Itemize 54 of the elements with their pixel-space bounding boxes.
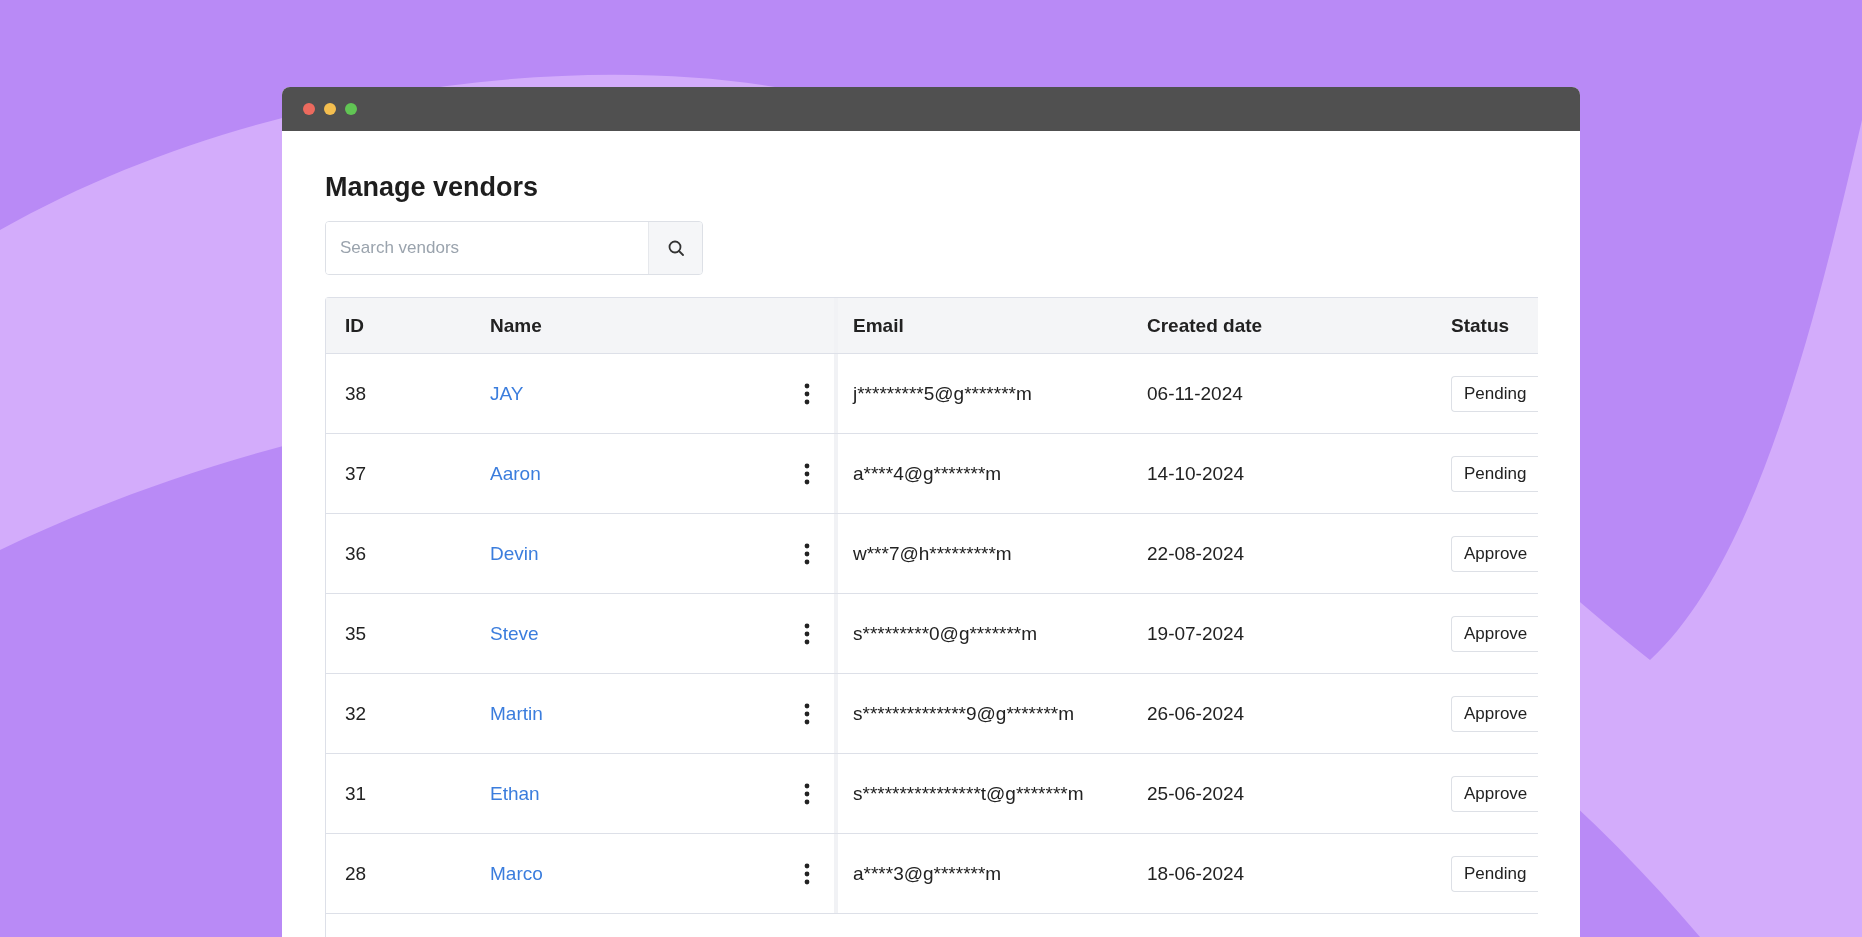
vendor-name-link[interactable]: Ethan <box>490 782 540 805</box>
email-cell: w***7@h*********m <box>853 542 1012 566</box>
more-options-icon[interactable] <box>804 622 810 645</box>
date-cell: 22-08-2024 <box>1147 542 1245 565</box>
id-cell: 32 <box>345 702 367 725</box>
search-button[interactable] <box>648 222 702 275</box>
status-badge: Approve <box>1451 775 1538 812</box>
search-icon <box>666 239 685 258</box>
column-header: Status <box>1451 314 1510 337</box>
column-header: Name <box>490 314 542 337</box>
vendor-name-link[interactable]: Marco <box>490 862 543 885</box>
status-badge: Pending <box>1451 455 1538 492</box>
vendor-name-link[interactable]: Martin <box>490 702 543 725</box>
email-cell: a****3@g*******m <box>853 862 1002 886</box>
email-cell: s****************t@g*******m <box>853 782 1084 806</box>
vendor-name-link[interactable]: JAY <box>490 382 524 405</box>
close-dot-icon[interactable] <box>303 103 315 115</box>
id-cell: 36 <box>345 542 367 565</box>
id-cell: 35 <box>345 622 367 645</box>
id-cell: 37 <box>345 462 367 485</box>
id-cell: 31 <box>345 782 367 805</box>
vendor-name-link[interactable]: Devin <box>490 542 539 565</box>
more-options-icon[interactable] <box>804 782 810 805</box>
more-options-icon[interactable] <box>804 862 810 885</box>
status-badge: Approve <box>1451 615 1538 652</box>
status-badge: Approve <box>1451 695 1538 732</box>
date-cell: 19-07-2024 <box>1147 622 1245 645</box>
search-field[interactable]: Search vendors <box>325 221 703 276</box>
status-badge: Pending <box>1451 855 1538 892</box>
status-badge: Approve <box>1451 535 1538 572</box>
more-options-icon[interactable] <box>804 542 810 565</box>
email-cell: s*********0@g*******m <box>853 622 1038 646</box>
date-cell: 06-11-2024 <box>1147 382 1243 405</box>
more-options-icon[interactable] <box>804 462 810 485</box>
page-title: Manage vendors <box>325 171 540 204</box>
id-cell: 38 <box>345 382 367 405</box>
column-header: Email <box>853 314 904 337</box>
id-cell: 28 <box>345 862 367 885</box>
date-cell: 18-06-2024 <box>1147 862 1245 885</box>
column-header: Created date <box>1147 314 1263 337</box>
more-options-icon[interactable] <box>804 702 810 725</box>
date-cell: 14-10-2024 <box>1147 462 1245 485</box>
email-cell: j*********5@g*******m <box>853 382 1032 406</box>
email-cell: a****4@g*******m <box>853 462 1002 486</box>
maximize-dot-icon[interactable] <box>345 103 357 115</box>
minimize-dot-icon[interactable] <box>324 103 336 115</box>
email-cell: s**************9@g*******m <box>853 702 1075 726</box>
more-options-icon[interactable] <box>804 382 810 405</box>
column-header: ID <box>345 314 364 337</box>
date-cell: 26-06-2024 <box>1147 702 1245 725</box>
vendor-name-link[interactable]: Steve <box>490 622 539 645</box>
status-badge: Pending <box>1451 375 1538 412</box>
vendor-name-link[interactable]: Aaron <box>490 462 541 485</box>
date-cell: 25-06-2024 <box>1147 782 1245 805</box>
